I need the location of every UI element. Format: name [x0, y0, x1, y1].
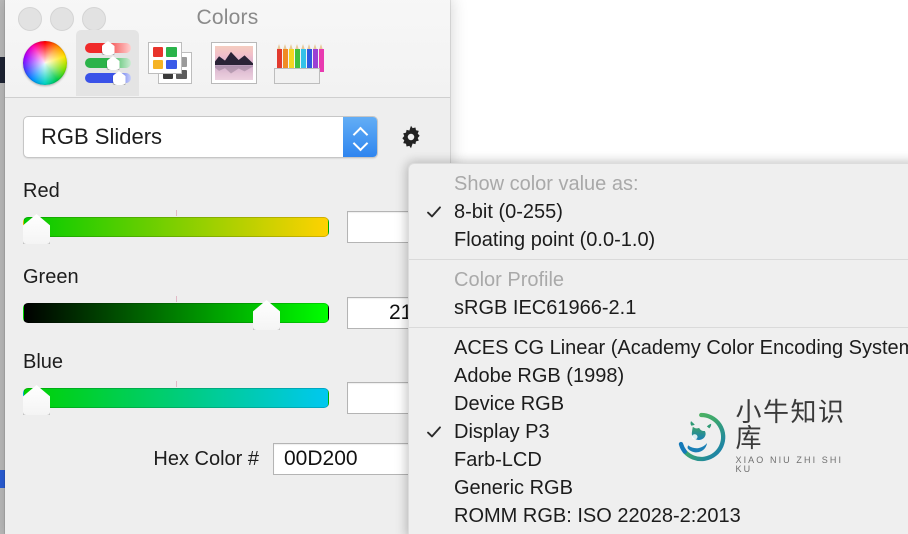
menu-item[interactable]: Display P3	[409, 418, 908, 446]
slider-group-blue: Blue 0	[23, 351, 435, 415]
menu-item-label: Adobe RGB (1998)	[454, 364, 625, 387]
menu-item[interactable]: Farb-LCD	[409, 446, 908, 474]
menu-section: Show color value as: 8-bit (0-255) Floatin…	[409, 164, 908, 259]
menu-item-label: Display P3	[454, 420, 550, 443]
menu-item-label: Generic RGB	[454, 476, 573, 499]
gear-button[interactable]	[398, 124, 424, 150]
popup-arrows-icon[interactable]	[343, 117, 377, 157]
menu-item[interactable]: Floating point (0.0-1.0)	[409, 226, 908, 254]
menu-section: Color Profile sRGB IEC61966-2.1	[409, 260, 908, 327]
toolbar-item-pencils[interactable]	[265, 30, 328, 96]
colors-toolbar	[13, 30, 328, 96]
color-sliders-icon	[84, 41, 131, 85]
chevron-down-icon	[354, 139, 367, 147]
menu-section-header: Show color value as:	[409, 170, 908, 198]
slider-group-red: Red 0	[23, 180, 435, 244]
color-profile-context-menu[interactable]: Show color value as: 8-bit (0-255) Floatin…	[408, 163, 908, 534]
slider-label-blue: Blue	[23, 351, 64, 373]
checkmark-icon	[427, 206, 441, 218]
window-title: Colors	[196, 6, 259, 29]
slider-label-green: Green	[23, 266, 79, 288]
menu-item-label: Device RGB	[454, 392, 565, 415]
menu-item-label: sRGB IEC61966-2.1	[454, 296, 637, 319]
slider-track-red[interactable]	[23, 210, 329, 244]
menu-item[interactable]: Rec. ITU-R BT.2020-1	[409, 530, 908, 534]
slider-tick-blue	[176, 381, 177, 387]
menu-item-label: Color Profile	[454, 268, 565, 291]
color-mode-value: RGB Sliders	[41, 124, 163, 149]
slider-track-blue[interactable]	[23, 381, 329, 415]
hex-color-input[interactable]: 00D200	[273, 443, 413, 475]
toolbar-item-image-palettes[interactable]	[202, 30, 265, 96]
slider-tick-red	[176, 210, 177, 216]
hex-color-row: Hex Color # 00D200	[23, 443, 413, 475]
screen: Colors RGB Sliders Red Green 210 Blue He…	[0, 0, 908, 534]
menu-item[interactable]: Adobe RGB (1998)	[409, 362, 908, 390]
toolbar-item-color-palettes[interactable]	[139, 30, 202, 96]
menu-item-label: 8-bit (0-255)	[454, 200, 563, 223]
menu-item-label: ROMM RGB: ISO 22028-2:2013	[454, 504, 741, 527]
slider-track-green[interactable]	[23, 296, 329, 330]
color-sliders-panel: RGB Sliders Red Green 210 Blue Hex Color…	[5, 98, 450, 534]
pencils-icon	[273, 42, 324, 84]
color-palettes-icon	[147, 42, 194, 84]
hex-color-label: Hex Color #	[153, 447, 259, 470]
mode-row: RGB Sliders	[23, 116, 424, 158]
window-titlebar: Colors	[5, 0, 450, 98]
menu-item[interactable]: Generic RGB	[409, 474, 908, 502]
slider-group-green: Green 210	[23, 266, 435, 330]
image-palettes-icon	[210, 42, 257, 84]
slider-label-red: Red	[23, 180, 60, 202]
menu-item-label: Farb-LCD	[454, 448, 542, 471]
color-wheel-icon	[22, 41, 67, 85]
menu-item-label: Floating point (0.0-1.0)	[454, 228, 656, 251]
colors-window: Colors RGB Sliders Red Green 210 Blue He…	[5, 0, 450, 534]
menu-item-label: ACES CG Linear (Academy Color Encoding S…	[454, 336, 908, 359]
menu-section-header: Color Profile	[409, 266, 908, 294]
toolbar-item-color-sliders[interactable]	[76, 30, 139, 96]
toolbar-item-color-wheel[interactable]	[13, 30, 76, 96]
menu-item[interactable]: ROMM RGB: ISO 22028-2:2013	[409, 502, 908, 530]
color-mode-popup-button[interactable]: RGB Sliders	[23, 116, 378, 158]
gear-icon	[402, 125, 420, 149]
menu-item[interactable]: ACES CG Linear (Academy Color Encoding S…	[409, 334, 908, 362]
menu-item[interactable]: 8-bit (0-255)	[409, 198, 908, 226]
menu-item-label: Show color value as:	[454, 172, 639, 195]
menu-item[interactable]: Device RGB	[409, 390, 908, 418]
checkmark-icon	[427, 426, 441, 438]
slider-tick-green	[176, 296, 177, 302]
menu-item[interactable]: sRGB IEC61966-2.1	[409, 294, 908, 322]
menu-section: ACES CG Linear (Academy Color Encoding S…	[409, 328, 908, 534]
